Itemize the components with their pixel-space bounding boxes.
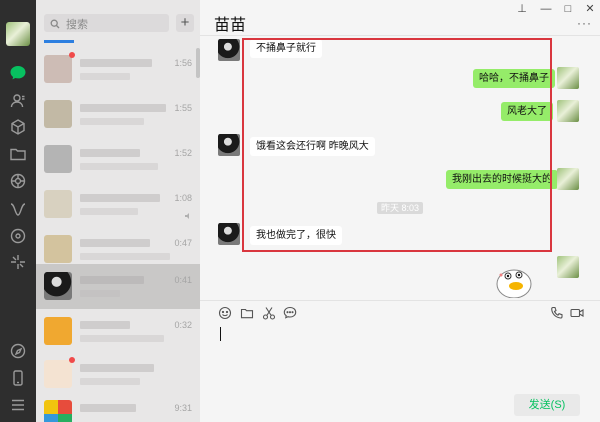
conversation-list: 搜索 + 1:56 1:55 1:52 1:08 0:47 0:41 0:32 … bbox=[36, 0, 200, 422]
screenshot-icon[interactable] bbox=[262, 306, 276, 320]
conversation-preview bbox=[80, 378, 140, 385]
search-network-icon[interactable] bbox=[9, 253, 27, 271]
conversation-time: 1:52 bbox=[174, 148, 192, 158]
conversation-name bbox=[80, 239, 150, 247]
list-top-indicator bbox=[44, 40, 74, 43]
my-avatar[interactable] bbox=[557, 67, 579, 89]
message-input[interactable] bbox=[220, 327, 221, 341]
conversation-time: 1:55 bbox=[174, 103, 192, 113]
conversation-name bbox=[80, 149, 140, 157]
conversation-item[interactable]: 1:52 bbox=[36, 137, 200, 182]
conversation-time: 1:08 bbox=[174, 193, 192, 203]
mini-program-icon[interactable] bbox=[9, 227, 27, 245]
channels-icon[interactable] bbox=[9, 200, 27, 218]
search-icon bbox=[50, 18, 60, 29]
chat-title: 苗苗 bbox=[214, 17, 247, 34]
my-avatar[interactable] bbox=[557, 168, 579, 190]
friend-avatar[interactable] bbox=[218, 223, 240, 245]
conversation-avatar bbox=[44, 235, 72, 263]
conversation-name bbox=[80, 404, 136, 412]
conversation-preview bbox=[80, 208, 138, 215]
close-icon[interactable]: ✕ bbox=[584, 3, 596, 15]
maximize-icon[interactable]: □ bbox=[562, 3, 574, 15]
conversation-item[interactable] bbox=[36, 352, 200, 397]
conversation-preview bbox=[80, 253, 170, 260]
conversation-avatar bbox=[44, 190, 72, 218]
conversation-name bbox=[80, 194, 160, 202]
conversation-time: 0:32 bbox=[174, 320, 192, 330]
conversation-preview bbox=[80, 290, 120, 297]
conversation-avatar bbox=[44, 145, 72, 173]
moments-icon[interactable] bbox=[9, 172, 27, 190]
folder-icon[interactable] bbox=[9, 145, 27, 163]
conversation-item-selected[interactable]: 0:41 bbox=[36, 264, 200, 309]
add-chat-button[interactable]: + bbox=[176, 14, 194, 32]
conversation-avatar bbox=[44, 400, 72, 422]
conversation-time: 0:41 bbox=[174, 275, 192, 285]
conversation-time: 1:56 bbox=[174, 58, 192, 68]
conversation-name bbox=[80, 104, 166, 112]
header-divider bbox=[200, 35, 600, 36]
send-button[interactable]: 发送(S) bbox=[514, 394, 580, 416]
conversation-preview bbox=[80, 335, 164, 342]
conversation-time: 0:47 bbox=[174, 238, 192, 248]
conversation-name bbox=[80, 364, 154, 372]
chat-history-icon[interactable] bbox=[283, 306, 297, 320]
nav-rail bbox=[0, 0, 36, 422]
my-avatar[interactable] bbox=[557, 100, 579, 122]
emoji-icon[interactable] bbox=[218, 306, 232, 320]
contacts-icon[interactable] bbox=[9, 92, 27, 110]
conversation-avatar bbox=[44, 272, 72, 300]
mini-program-panel-icon[interactable] bbox=[9, 342, 27, 360]
conversation-avatar bbox=[44, 317, 72, 345]
favorites-icon[interactable] bbox=[9, 118, 27, 136]
more-options-icon[interactable]: ··· bbox=[577, 16, 592, 30]
chat-icon[interactable] bbox=[9, 64, 27, 82]
conversation-item[interactable]: 1:08 bbox=[36, 182, 200, 227]
input-divider bbox=[200, 300, 600, 301]
conversation-avatar bbox=[44, 100, 72, 128]
unread-dot bbox=[69, 357, 75, 363]
mute-icon bbox=[184, 209, 192, 219]
friend-avatar[interactable] bbox=[218, 39, 240, 61]
sticker-image[interactable] bbox=[492, 262, 538, 299]
conversation-preview bbox=[80, 163, 158, 170]
unread-dot bbox=[69, 52, 75, 58]
minimize-icon[interactable]: — bbox=[540, 3, 552, 15]
conversation-name bbox=[80, 276, 144, 284]
conversation-name bbox=[80, 321, 130, 329]
video-call-icon[interactable] bbox=[570, 306, 584, 320]
search-input[interactable]: 搜索 bbox=[44, 14, 169, 32]
conversation-item[interactable]: 1:56 bbox=[36, 47, 200, 92]
highlight-annotation-box bbox=[242, 38, 552, 252]
search-placeholder: 搜索 bbox=[66, 19, 88, 31]
chat-pane: 苗苗 ⊥ — □ ✕ ··· 不捅鼻子就行 哈哈，不捅鼻子 风老大了 饿看这会还… bbox=[200, 0, 600, 422]
user-avatar[interactable] bbox=[6, 22, 30, 46]
phone-icon[interactable] bbox=[9, 369, 27, 387]
conversation-avatar bbox=[44, 55, 72, 83]
conversation-time: 9:31 bbox=[174, 403, 192, 413]
file-icon[interactable] bbox=[240, 306, 254, 320]
conversation-item[interactable]: 1:55 bbox=[36, 92, 200, 137]
pin-icon[interactable]: ⊥ bbox=[516, 3, 528, 15]
conversation-preview bbox=[80, 118, 144, 125]
conversation-item[interactable]: 9:31 bbox=[36, 392, 200, 422]
conversation-avatar bbox=[44, 360, 72, 388]
friend-avatar[interactable] bbox=[218, 134, 240, 156]
conversation-item[interactable]: 0:32 bbox=[36, 309, 200, 354]
conversation-preview bbox=[80, 73, 130, 80]
menu-icon[interactable] bbox=[9, 396, 27, 414]
conversation-name bbox=[80, 59, 152, 67]
voice-call-icon[interactable] bbox=[550, 306, 564, 320]
my-avatar[interactable] bbox=[557, 256, 579, 278]
